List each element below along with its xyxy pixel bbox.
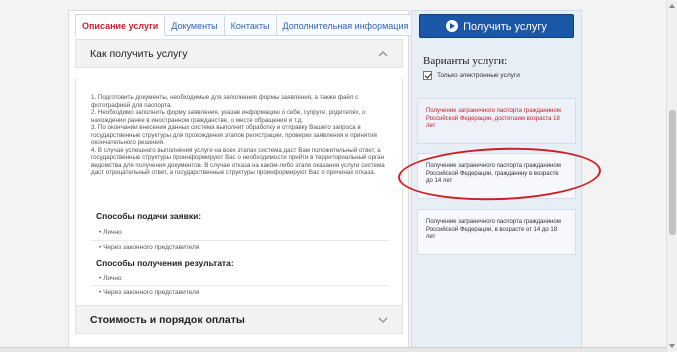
cost-title: Стоимость и порядок оплаты — [90, 314, 245, 326]
how-to-section-header[interactable]: Как получить услугу — [75, 39, 403, 68]
submit-way-in-person: Лично — [99, 229, 122, 236]
vertical-scrollbar[interactable] — [666, 0, 677, 352]
tab-bar: Описание услуги Документы Контакты Допол… — [75, 14, 416, 36]
result-ways-title: Способы получения результата: — [96, 258, 234, 268]
only-electronic-label: Только электронные услуги — [437, 72, 520, 79]
tab-additional-info[interactable]: Дополнительная информация — [276, 14, 416, 36]
chevron-down-icon[interactable] — [378, 315, 388, 325]
divider — [91, 285, 389, 286]
result-way-representative: Через законного представителя — [99, 289, 199, 296]
step-2: 2. Необходимо заполнить форму заявления,… — [91, 109, 366, 124]
step-4: 4. В случае успешного выполнения услуги … — [91, 146, 385, 177]
tab-contacts[interactable]: Контакты — [224, 14, 277, 36]
get-service-label: Получить услугу — [463, 21, 547, 33]
how-to-content: 1. Подготовить документы, необходимые дл… — [75, 78, 403, 306]
result-way-in-person: Лично — [99, 275, 122, 282]
how-to-title: Как получить услугу — [90, 48, 188, 60]
service-variant-adult[interactable]: Получение заграничного паспорта граждани… — [417, 98, 576, 144]
only-electronic-filter[interactable]: Только электронные услуги — [423, 71, 520, 80]
step-3: 3. По окончании внесения данных система … — [91, 124, 377, 146]
submit-ways-title: Способы подачи заявки: — [96, 211, 202, 221]
horizontal-scrollbar[interactable] — [0, 347, 666, 352]
scroll-up-icon[interactable] — [669, 4, 675, 8]
service-variant-14-to-18[interactable]: Получение заграничного паспорта граждани… — [417, 209, 576, 255]
tab-documents[interactable]: Документы — [165, 14, 225, 36]
tab-description[interactable]: Описание услуги — [75, 14, 166, 36]
cost-section-header[interactable]: Стоимость и порядок оплаты — [75, 305, 403, 334]
step-1: 1. Подготовить документы, необходимые дл… — [91, 94, 359, 109]
get-service-button[interactable]: Получить услугу — [419, 14, 574, 38]
steps-list: 1. Подготовить документы, необходимые дл… — [91, 94, 391, 177]
chevron-up-icon[interactable] — [378, 49, 388, 59]
scroll-thumb[interactable] — [669, 110, 676, 235]
scroll-down-icon[interactable] — [669, 344, 675, 348]
submit-way-representative: Через законного представителя — [99, 244, 199, 251]
play-icon — [446, 20, 459, 32]
only-electronic-checkbox[interactable] — [423, 71, 432, 80]
variants-title: Варианты услуги: — [423, 55, 508, 67]
divider — [91, 240, 389, 241]
service-description-panel: Описание услуги Документы Контакты Допол… — [68, 10, 416, 352]
